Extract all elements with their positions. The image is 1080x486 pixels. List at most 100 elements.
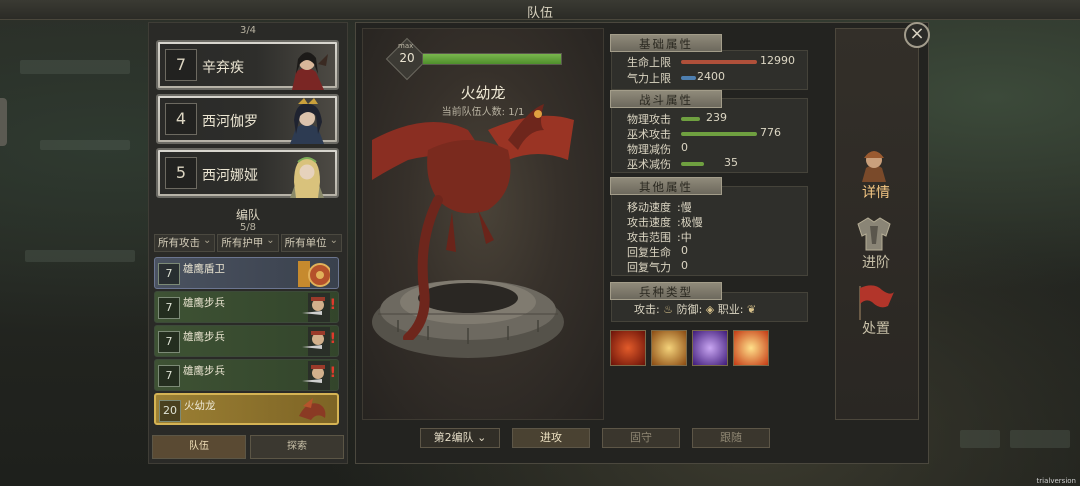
unit-name: 雄鹰步兵 (183, 331, 225, 343)
fire-dragon-figure (372, 104, 574, 340)
stat-label: 移动速度 (627, 201, 671, 214)
soldier-helmet-icon[interactable] (852, 142, 896, 182)
stat-label: 气力上限 (627, 72, 671, 85)
watermark-text: trialversion (1036, 477, 1076, 485)
stat-label: 回复生命 (627, 246, 671, 259)
armor-filter-dropdown[interactable]: 所有护甲 (217, 233, 279, 252)
unit-name: 雄鹰盾卫 (183, 263, 225, 275)
eagle-infantry-icon (302, 327, 330, 356)
unit-row[interactable]: 7 雄鹰盾卫 (154, 257, 339, 289)
background-detail (960, 430, 1000, 448)
unit-row[interactable]: 7 雄鹰步兵 ! (154, 325, 339, 357)
tab-details[interactable]: 详情 (838, 182, 914, 202)
other-stats-header: 其他属性 (610, 177, 722, 195)
unit-name: 雄鹰步兵 (183, 297, 225, 309)
hero-card-body: 4 西河伽罗 (160, 98, 335, 144)
stat-bar (681, 60, 757, 64)
squad-label: 编队 (235, 208, 260, 222)
unit-filters: 所有攻击 所有护甲 所有单位 (154, 233, 342, 252)
squad-select-dropdown[interactable]: 第2编队 ⌄ (420, 428, 500, 448)
stat-value: 0 (681, 244, 688, 257)
stat-label: 回复气力 (627, 261, 671, 274)
stat-label: 巫术减伤 (627, 158, 671, 171)
hero-card-body: 7 辛弃疾 (160, 44, 335, 90)
hero-card[interactable]: 7 辛弃疾 (156, 40, 339, 90)
follow-button[interactable]: 跟随 (692, 428, 770, 448)
hero-level: 4 (165, 103, 197, 135)
unit-level: 7 (158, 365, 180, 387)
tab-explore[interactable]: 探索 (250, 435, 344, 459)
unit-level: 7 (158, 297, 180, 319)
unit-alert-icon: ! (329, 297, 336, 313)
tab-dispose[interactable]: 处置 (838, 318, 914, 338)
stat-bar (681, 117, 700, 121)
team-count: 当前队伍人数: 1/1 (441, 107, 525, 118)
stat-value: 35 (724, 156, 738, 169)
hero-name: 辛弃疾 (202, 60, 244, 76)
class-type-icon[interactable]: ❦ (747, 303, 756, 316)
hero-card-body: 5 西河娜娅 (160, 152, 335, 198)
base-stats-header: 基础属性 (610, 34, 722, 52)
stat-value: :中 (677, 231, 692, 244)
stat-value: 239 (706, 111, 727, 124)
hero-count: 3/4 (239, 25, 257, 36)
unit-level: 7 (158, 331, 180, 353)
close-button[interactable]: × (904, 22, 930, 48)
unit-alert-icon: ! (329, 331, 336, 347)
stat-bar (681, 132, 757, 136)
hero-portrait-icon (290, 157, 324, 198)
eagle-infantry-icon (302, 293, 330, 322)
fire-dragon-skill-icon[interactable] (610, 330, 646, 366)
hero-level: 7 (165, 49, 197, 81)
twin-spirit-skill-icon[interactable] (692, 330, 728, 366)
roster-tabs: 队伍 探索 (152, 435, 344, 459)
tab-team[interactable]: 队伍 (152, 435, 246, 459)
squad-count: 5/8 (239, 222, 257, 233)
background-detail (40, 140, 130, 150)
hero-portrait-icon (290, 98, 324, 144)
armor-upgrade-icon[interactable] (852, 214, 896, 254)
attack-filter-dropdown[interactable]: 所有攻击 (154, 233, 216, 252)
eagle-infantry-icon (302, 361, 330, 390)
stat-label: 巫术攻击 (627, 128, 671, 141)
unit-row[interactable]: 7 雄鹰步兵 ! (154, 359, 339, 391)
hero-card[interactable]: 5 西河娜娅 (156, 148, 339, 198)
red-flag-icon[interactable] (852, 282, 896, 322)
burst-strike-skill-icon[interactable] (651, 330, 687, 366)
defense-type-icon[interactable]: ◈ (706, 303, 718, 316)
unit-level-number: 20 (399, 51, 415, 65)
background-detail (20, 60, 130, 74)
attack-type-icon[interactable]: ♨ (663, 303, 676, 316)
top-bar: 队伍 (0, 0, 1080, 21)
hero-portrait-icon (292, 52, 328, 90)
stat-label: 攻击范围 (627, 231, 671, 244)
side-drawer-handle[interactable] (0, 98, 7, 146)
stat-value: :慢 (677, 201, 692, 214)
unit-row[interactable]: 7 雄鹰步兵 ! (154, 291, 339, 323)
unit-health-fill (423, 54, 561, 64)
unit-title: 火幼龙 (460, 84, 506, 102)
unit-alert-icon: ! (329, 365, 336, 381)
level-max-label: max (398, 42, 414, 50)
unit-filter-dropdown[interactable]: 所有单位 (280, 233, 342, 252)
stat-label: 攻击速度 (627, 216, 671, 229)
stat-value: :极慢 (677, 216, 703, 229)
unit-health-bar (422, 53, 562, 65)
unit-name: 雄鹰步兵 (183, 365, 225, 377)
background-detail (25, 250, 135, 262)
attack-button[interactable]: 进攻 (512, 428, 590, 448)
stat-label: 物理攻击 (627, 113, 671, 126)
hero-name: 西河伽罗 (202, 114, 258, 130)
hold-button[interactable]: 固守 (602, 428, 680, 448)
unit-row-selected[interactable]: 20 火幼龙 (154, 393, 339, 425)
combat-stats-header: 战斗属性 (610, 90, 722, 108)
shield-guard-icon (298, 261, 330, 287)
stat-bar (681, 162, 704, 166)
radiant-burst-skill-icon[interactable] (733, 330, 769, 366)
stat-value: 776 (760, 126, 781, 139)
stat-value: 2400 (697, 70, 725, 83)
stat-value: 12990 (760, 54, 795, 67)
hero-card[interactable]: 4 西河伽罗 (156, 94, 339, 144)
close-icon: × (909, 23, 925, 44)
tab-advance[interactable]: 进阶 (838, 252, 914, 272)
